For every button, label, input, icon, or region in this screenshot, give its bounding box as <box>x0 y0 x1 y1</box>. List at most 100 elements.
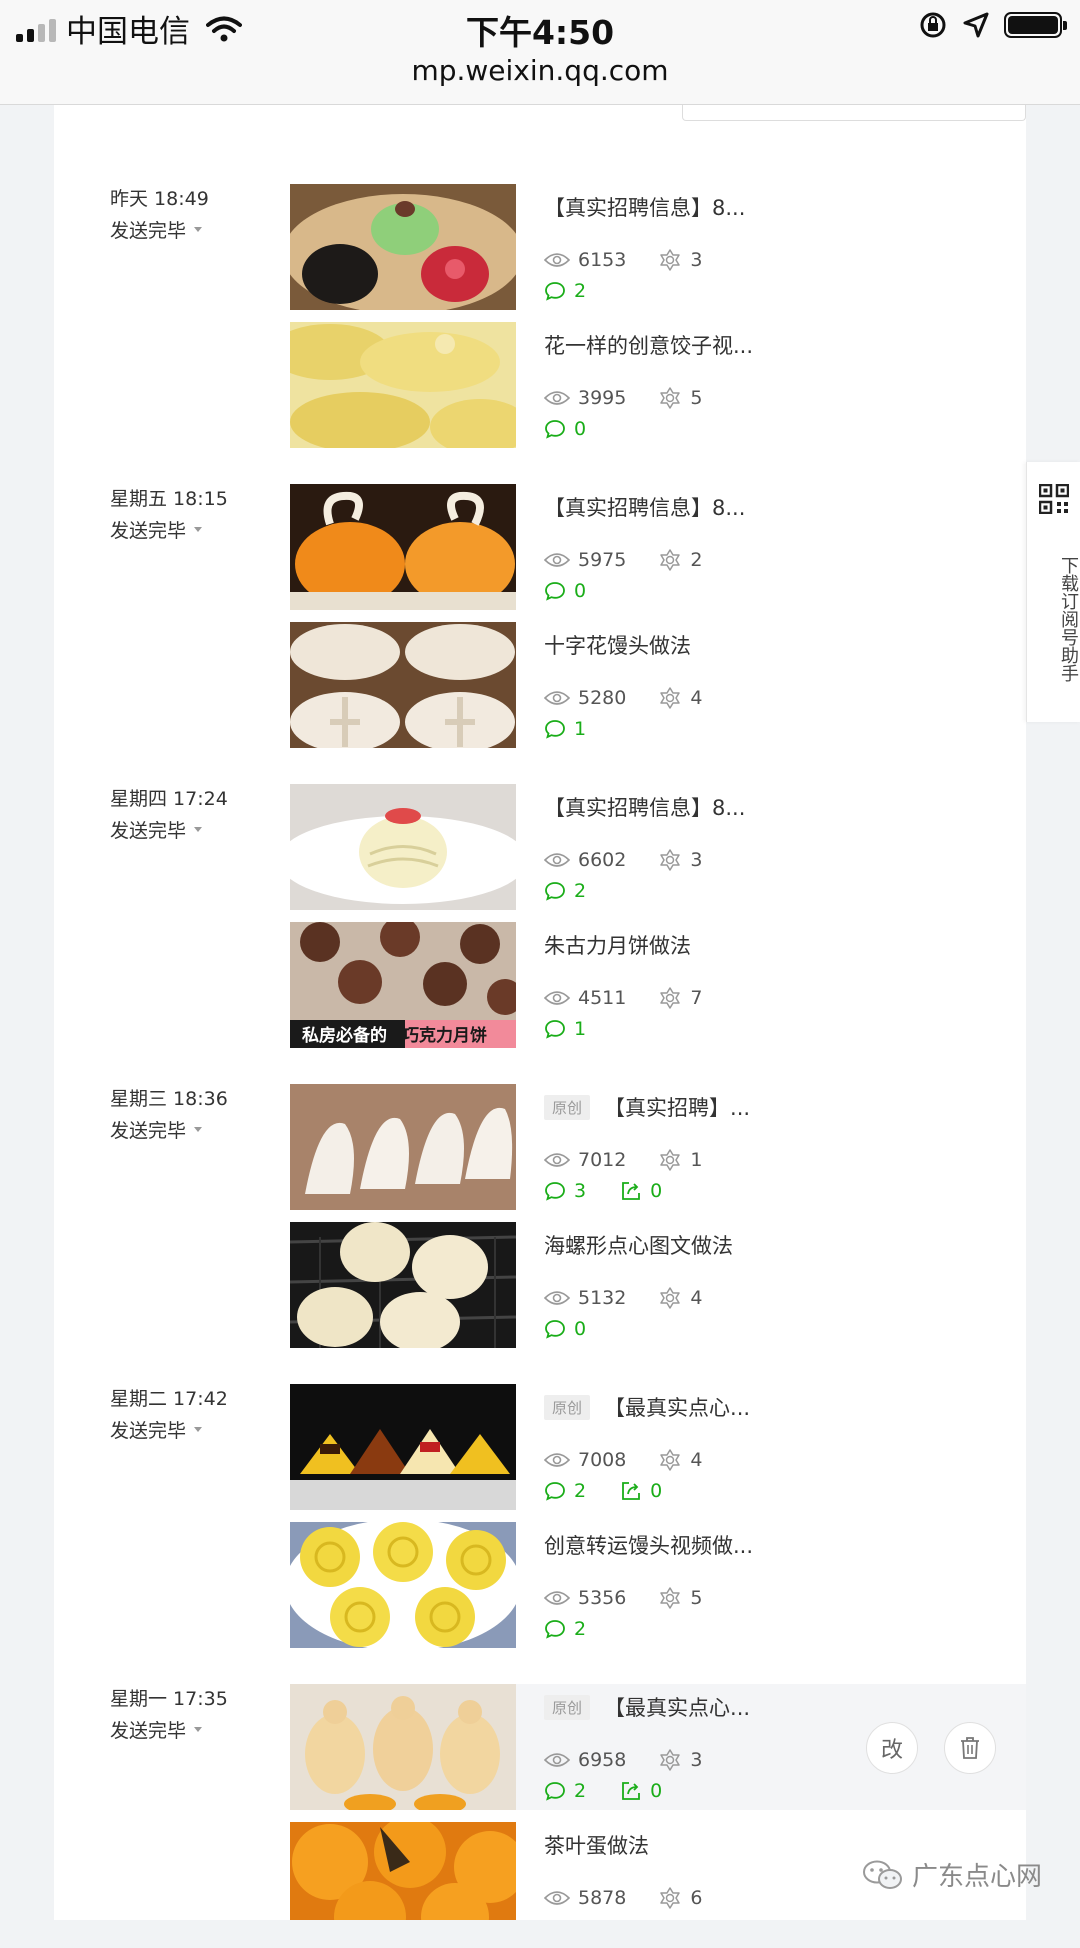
article-thumbnail[interactable] <box>290 1684 516 1810</box>
send-time: 星期五 18:15 <box>110 488 228 510</box>
article-thumbnail[interactable] <box>290 484 516 610</box>
like-icon <box>660 387 681 409</box>
comment-icon <box>545 1620 565 1639</box>
share-icon <box>622 1182 640 1200</box>
location-icon <box>963 12 989 38</box>
article-title[interactable]: 【真实招聘】... <box>604 1092 750 1122</box>
article-title[interactable]: 茶叶蛋做法 <box>544 1830 649 1860</box>
eye-icon <box>544 391 570 405</box>
article-title[interactable]: 【最真实点心... <box>604 1692 750 1722</box>
views-count: 5975 <box>578 549 627 571</box>
caret-down-icon <box>194 827 203 832</box>
article-title[interactable]: 花一样的创意饺子视... <box>544 330 753 360</box>
rotation-lock-icon <box>920 12 946 38</box>
send-time: 昨天 18:49 <box>110 188 209 210</box>
article-thumbnail[interactable] <box>290 1822 516 1920</box>
article-item[interactable]: 十字花馒头做法 5280 4 1 <box>290 622 1026 748</box>
send-status-dropdown[interactable]: 发送完毕 <box>110 216 203 243</box>
article-item[interactable]: 【真实招聘信息】8... 6602 3 2 <box>290 784 1026 910</box>
shares-count: 0 <box>650 1480 663 1502</box>
article-item[interactable]: 海螺形点心图文做法 5132 4 0 <box>290 1222 1026 1348</box>
eye-icon <box>544 1753 570 1767</box>
views-count: 6602 <box>578 849 627 871</box>
send-status-dropdown[interactable]: 发送完毕 <box>110 1416 203 1443</box>
thumbnail-caption: 私房必备的 <box>302 1025 387 1046</box>
article-title[interactable]: 海螺形点心图文做法 <box>544 1230 733 1260</box>
caret-down-icon <box>194 1727 203 1732</box>
subscription-helper-label: 下载订阅号助手 <box>1058 556 1079 682</box>
like-icon <box>660 1287 681 1309</box>
comments-count: 2 <box>574 880 587 902</box>
article-thumbnail[interactable] <box>290 322 516 448</box>
eye-icon <box>544 691 570 705</box>
comment-icon <box>545 582 565 601</box>
article-item[interactable]: 【真实招聘信息】8... 6153 3 2 <box>290 184 1026 310</box>
send-status-label: 发送完毕 <box>110 820 187 842</box>
delete-button[interactable] <box>944 1722 996 1774</box>
edit-button[interactable]: 改 <box>866 1722 918 1774</box>
article-thumbnail[interactable] <box>290 1522 516 1648</box>
views-count: 3995 <box>578 387 627 409</box>
watermark: 广东点心网 <box>862 1856 1042 1893</box>
article-item[interactable]: 创意转运馒头视频做... 5356 5 2 <box>290 1522 1026 1648</box>
article-thumbnail[interactable] <box>290 784 516 910</box>
eye-icon <box>544 991 570 1005</box>
like-icon <box>660 1587 681 1609</box>
comment-icon <box>545 1320 565 1339</box>
article-thumbnail[interactable] <box>290 184 516 310</box>
article-item[interactable]: 原创 【最真实点心... 6958 3 2 0 改 <box>290 1684 1026 1810</box>
views-count: 5356 <box>578 1587 627 1609</box>
send-time: 星期四 17:24 <box>110 788 228 810</box>
send-status-dropdown[interactable]: 发送完毕 <box>110 516 203 543</box>
article-title[interactable]: 【真实招聘信息】8... <box>544 192 745 222</box>
send-time: 星期一 17:35 <box>110 1688 228 1710</box>
trash-icon <box>961 1737 979 1759</box>
send-status-label: 发送完毕 <box>110 520 187 542</box>
article-item[interactable]: 私房必备的 巧克力月饼 朱古力月饼做法 4511 7 1 <box>290 922 1026 1048</box>
send-status-dropdown[interactable]: 发送完毕 <box>110 816 203 843</box>
article-title[interactable]: 【最真实点心... <box>604 1392 750 1422</box>
watermark-text: 广东点心网 <box>912 1862 1043 1892</box>
comments-count: 2 <box>574 1618 587 1640</box>
message-list-card: 昨天 18:49 发送完毕 【真实招聘信息】8... 6153 3 2 花一样的… <box>54 104 1026 1920</box>
article-title[interactable]: 【真实招聘信息】8... <box>544 792 745 822</box>
original-tag: 原创 <box>544 1394 591 1420</box>
views-count: 4511 <box>578 987 627 1009</box>
send-status-dropdown[interactable]: 发送完毕 <box>110 1716 203 1743</box>
send-status-label: 发送完毕 <box>110 1120 187 1142</box>
views-count: 5878 <box>578 1887 627 1909</box>
comment-icon <box>545 720 565 739</box>
article-thumbnail[interactable] <box>290 622 516 748</box>
likes-count: 1 <box>690 1149 703 1171</box>
comment-icon <box>545 1182 565 1201</box>
article-item[interactable]: 原创 【真实招聘】... 7012 1 3 0 <box>290 1084 1026 1210</box>
send-status-dropdown[interactable]: 发送完毕 <box>110 1116 203 1143</box>
comment-icon <box>545 1020 565 1039</box>
views-count: 5280 <box>578 687 627 709</box>
thumbnail-caption-highlight: 巧克力月饼 <box>402 1025 487 1046</box>
like-icon <box>660 1449 681 1471</box>
url-bar[interactable]: mp.weixin.qq.com <box>0 54 1080 87</box>
eye-icon <box>544 1891 570 1905</box>
send-status-label: 发送完毕 <box>110 220 187 242</box>
article-title[interactable]: 创意转运馒头视频做... <box>544 1530 753 1560</box>
article-item[interactable]: 花一样的创意饺子视... 3995 5 0 <box>290 322 1026 448</box>
article-title[interactable]: 【真实招聘信息】8... <box>544 492 745 522</box>
article-item[interactable]: 原创 【最真实点心... 7008 4 2 0 <box>290 1384 1026 1510</box>
search-input[interactable] <box>682 104 1026 121</box>
views-count: 7008 <box>578 1449 627 1471</box>
like-icon <box>660 1887 681 1909</box>
subscription-helper-tab[interactable]: 下载订阅号助手 <box>1026 462 1080 722</box>
caret-down-icon <box>194 1127 203 1132</box>
article-item[interactable]: 【真实招聘信息】8... 5975 2 0 <box>290 484 1026 610</box>
article-title[interactable]: 朱古力月饼做法 <box>544 930 691 960</box>
caret-down-icon <box>194 1427 203 1432</box>
article-thumbnail[interactable] <box>290 1222 516 1348</box>
article-thumbnail[interactable] <box>290 1084 516 1210</box>
battery-icon <box>1004 12 1067 38</box>
views-count: 5132 <box>578 1287 627 1309</box>
article-thumbnail[interactable]: 私房必备的 巧克力月饼 <box>290 922 516 1048</box>
send-status-label: 发送完毕 <box>110 1720 187 1742</box>
article-title[interactable]: 十字花馒头做法 <box>544 630 691 660</box>
article-thumbnail[interactable] <box>290 1384 516 1510</box>
